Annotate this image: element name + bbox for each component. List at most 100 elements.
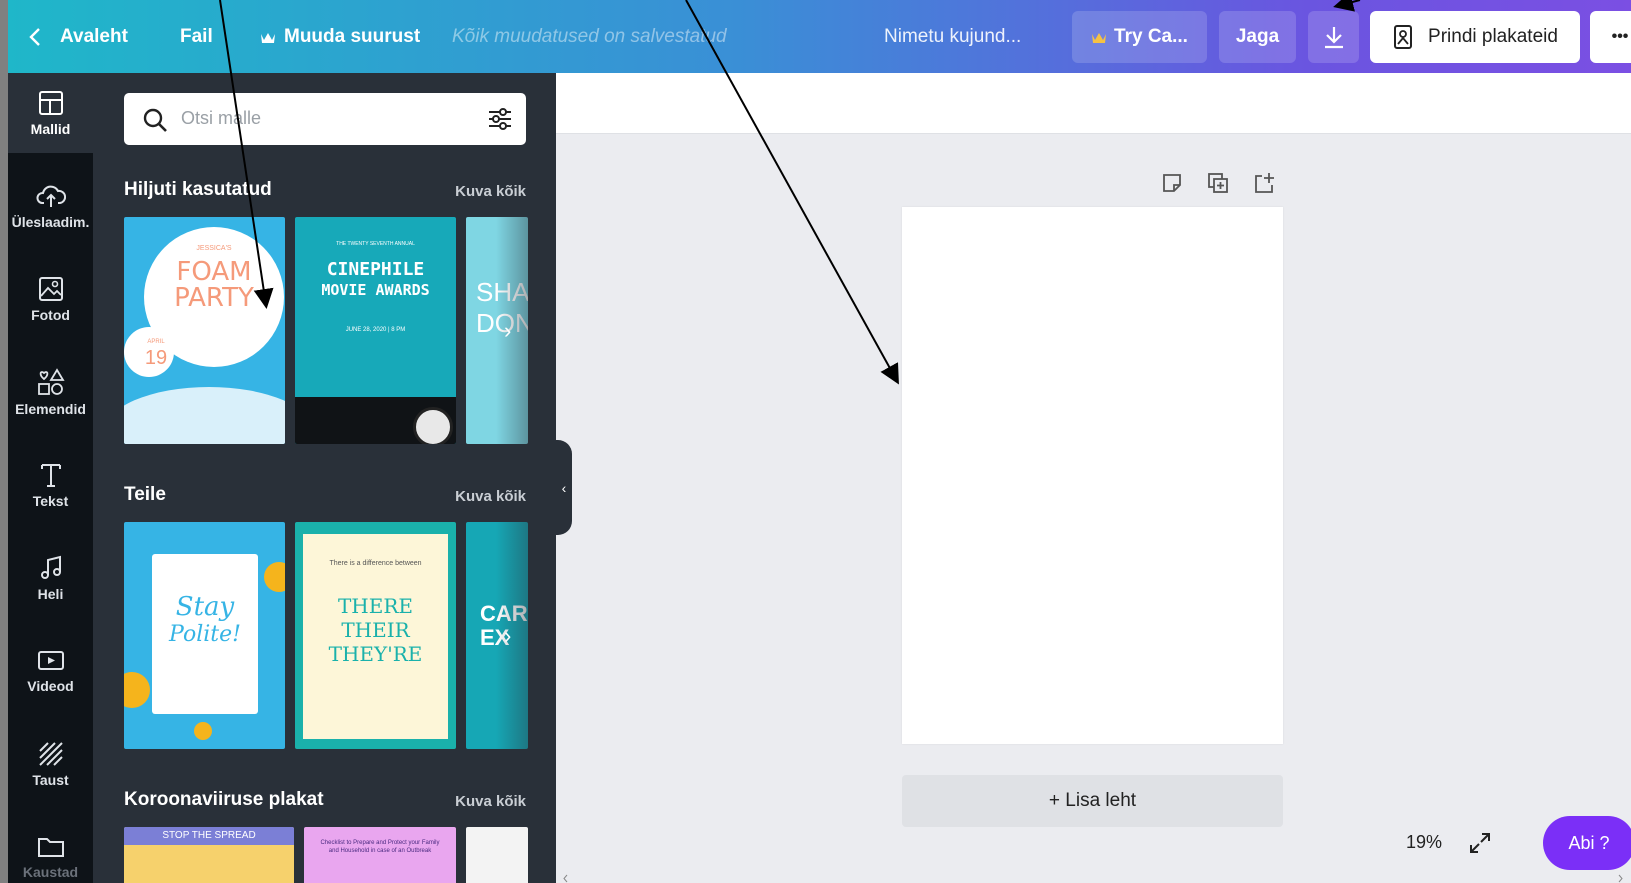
see-all-recent-link[interactable]: Kuva kõik [455, 183, 526, 200]
cinephile-line1: CINEPHILE [326, 259, 425, 280]
zoom-control[interactable]: 19% [1376, 816, 1508, 870]
template-stop-the-spread[interactable]: STOP THE SPREAD [124, 827, 294, 883]
rail-item-photos[interactable]: Fotod [8, 259, 93, 339]
their-line2: THEIR [341, 618, 410, 642]
file-label: Fail [180, 25, 213, 47]
crown-icon [1092, 33, 1107, 43]
template-foam-party[interactable]: JESSICA'S FOAM PARTY APRIL 19 [124, 217, 285, 444]
checklist-text: Checklist to Prepare and Protect your Fa… [320, 840, 440, 854]
see-all-corona-link[interactable]: Kuva kõik [455, 793, 526, 810]
try-canva-pro-button[interactable]: Try Ca... [1072, 11, 1207, 63]
rail-label: Elemendid [15, 400, 86, 417]
home-button[interactable]: Avaleht [28, 0, 128, 73]
polite-line2: Polite! [169, 622, 241, 647]
rail-item-elements[interactable]: Elemendid [8, 352, 93, 432]
editor-toolbar-strip [556, 73, 1631, 134]
see-all-for-you-link[interactable]: Kuva kõik [455, 488, 526, 505]
rail-label: Mallid [30, 120, 71, 137]
template-search-input[interactable]: Otsi malle [124, 93, 526, 145]
add-page-label: + Lisa leht [1048, 790, 1137, 811]
print-label: Prindi plakateid [1428, 26, 1558, 47]
carousel-next-icon[interactable]: › [504, 318, 511, 344]
foam-line2: PARTY [174, 283, 254, 313]
yellow-dot [124, 672, 150, 708]
cinephile-date: JUNE 28, 2020 | 8 PM [345, 327, 406, 333]
save-status: Kõik muudatused on salvestatud [452, 25, 727, 47]
rail-label: Tekst [32, 492, 69, 509]
rail-item-audio[interactable]: Heli [8, 538, 93, 618]
design-title[interactable]: Nimetu kujund... [884, 0, 1021, 73]
share-button[interactable]: Jaga [1219, 11, 1296, 63]
background-icon [38, 741, 63, 766]
help-label: Abi ? [1568, 832, 1610, 853]
rail-item-videos[interactable]: Videod [8, 631, 93, 711]
home-label: Avaleht [60, 25, 128, 47]
side-navigation: Mallid Üleslaadim. Fotod Elemendid Tekst… [8, 73, 93, 883]
rail-item-background[interactable]: Taust [8, 724, 93, 804]
rail-label: Heli [37, 585, 64, 602]
templates-panel: Otsi malle Hiljuti kasutatud Kuva kõik J… [93, 73, 556, 883]
foam-line1: FOAM [176, 257, 252, 287]
rail-label: Üleslaadim. [11, 213, 90, 230]
section-title-recent: Hiljuti kasutatud [124, 179, 272, 200]
their-line1: THERE [337, 594, 414, 618]
spread-text: STOP THE SPREAD [124, 827, 294, 845]
download-button[interactable] [1308, 11, 1359, 63]
more-options-button[interactable]: ••• [1590, 11, 1631, 63]
download-icon [1324, 27, 1343, 49]
rail-label: Taust [32, 771, 69, 788]
foam-cloud [124, 387, 285, 444]
cinephile-line2: MOVIE AWARDS [321, 281, 430, 299]
video-icon [37, 650, 64, 670]
resize-button[interactable]: Muuda suurust [260, 0, 420, 73]
foam-top-text: JESSICA'S [196, 245, 232, 252]
file-menu[interactable]: Fail [180, 0, 213, 73]
chevron-left-icon [29, 27, 40, 46]
folder-icon [37, 837, 64, 857]
add-page-button[interactable]: + Lisa leht [902, 775, 1283, 827]
section-title-for-you: Teile [124, 484, 166, 505]
rail-item-text[interactable]: Tekst [8, 445, 93, 525]
music-icon [40, 555, 61, 579]
search-placeholder: Otsi malle [181, 108, 262, 128]
text-icon [40, 463, 61, 487]
print-poster-icon [1394, 25, 1413, 49]
search-icon [143, 108, 167, 132]
horizontal-scrollbar[interactable] [563, 874, 1623, 883]
duplicate-page-icon[interactable] [1206, 171, 1230, 195]
template-icon [38, 90, 63, 115]
template-stay-polite[interactable]: Stay Polite! [124, 522, 285, 749]
rail-item-uploads[interactable]: Üleslaadim. [8, 166, 93, 246]
rail-item-folders[interactable]: Kaustad [8, 817, 93, 883]
rail-label: Videod [27, 677, 74, 694]
help-button[interactable]: Abi ? [1543, 816, 1631, 870]
their-line3: THEY'RE [328, 642, 423, 666]
resize-label: Muuda suurust [284, 25, 421, 47]
foam-day: 19 [144, 347, 168, 369]
carousel-next-icon[interactable]: › [504, 623, 511, 649]
template-corona-third[interactable] [466, 827, 528, 883]
photo-icon [38, 276, 63, 301]
yellow-dot [194, 722, 212, 740]
canva-editor: Avaleht Fail Muuda suurust Kõik muudatus… [8, 0, 1631, 883]
try-label: Try Ca... [1114, 26, 1188, 47]
top-bar: Avaleht Fail Muuda suurust Kõik muudatus… [8, 0, 1631, 73]
template-checklist[interactable]: Checklist to Prepare and Protect your Fa… [304, 827, 456, 883]
section-title-corona: Koroonaviiruse plakat [124, 789, 324, 810]
template-there-their-theyre[interactable]: There is a difference between THERE THEI… [295, 522, 456, 749]
film-reel-icon [413, 407, 453, 444]
filter-icon[interactable] [487, 106, 513, 132]
rail-item-templates[interactable]: Mallid [8, 73, 93, 153]
template-cinephile[interactable]: THE TWENTY SEVENTH ANNUAL CINEPHILE MOVI… [295, 217, 456, 444]
print-posters-button[interactable]: Prindi plakateid [1370, 11, 1580, 63]
design-page[interactable] [902, 207, 1283, 744]
rail-label: Kaustad [22, 863, 79, 880]
fullscreen-icon[interactable] [1468, 831, 1492, 855]
yellow-dot [264, 562, 285, 592]
add-page-icon[interactable] [1252, 171, 1276, 195]
rail-label: Fotod [31, 306, 70, 323]
note-icon[interactable] [1160, 171, 1184, 195]
cinephile-small-text: THE TWENTY SEVENTH ANNUAL [336, 241, 415, 247]
collapse-panel-button[interactable]: ‹ [556, 440, 572, 535]
zoom-level: 19% [1406, 832, 1443, 852]
